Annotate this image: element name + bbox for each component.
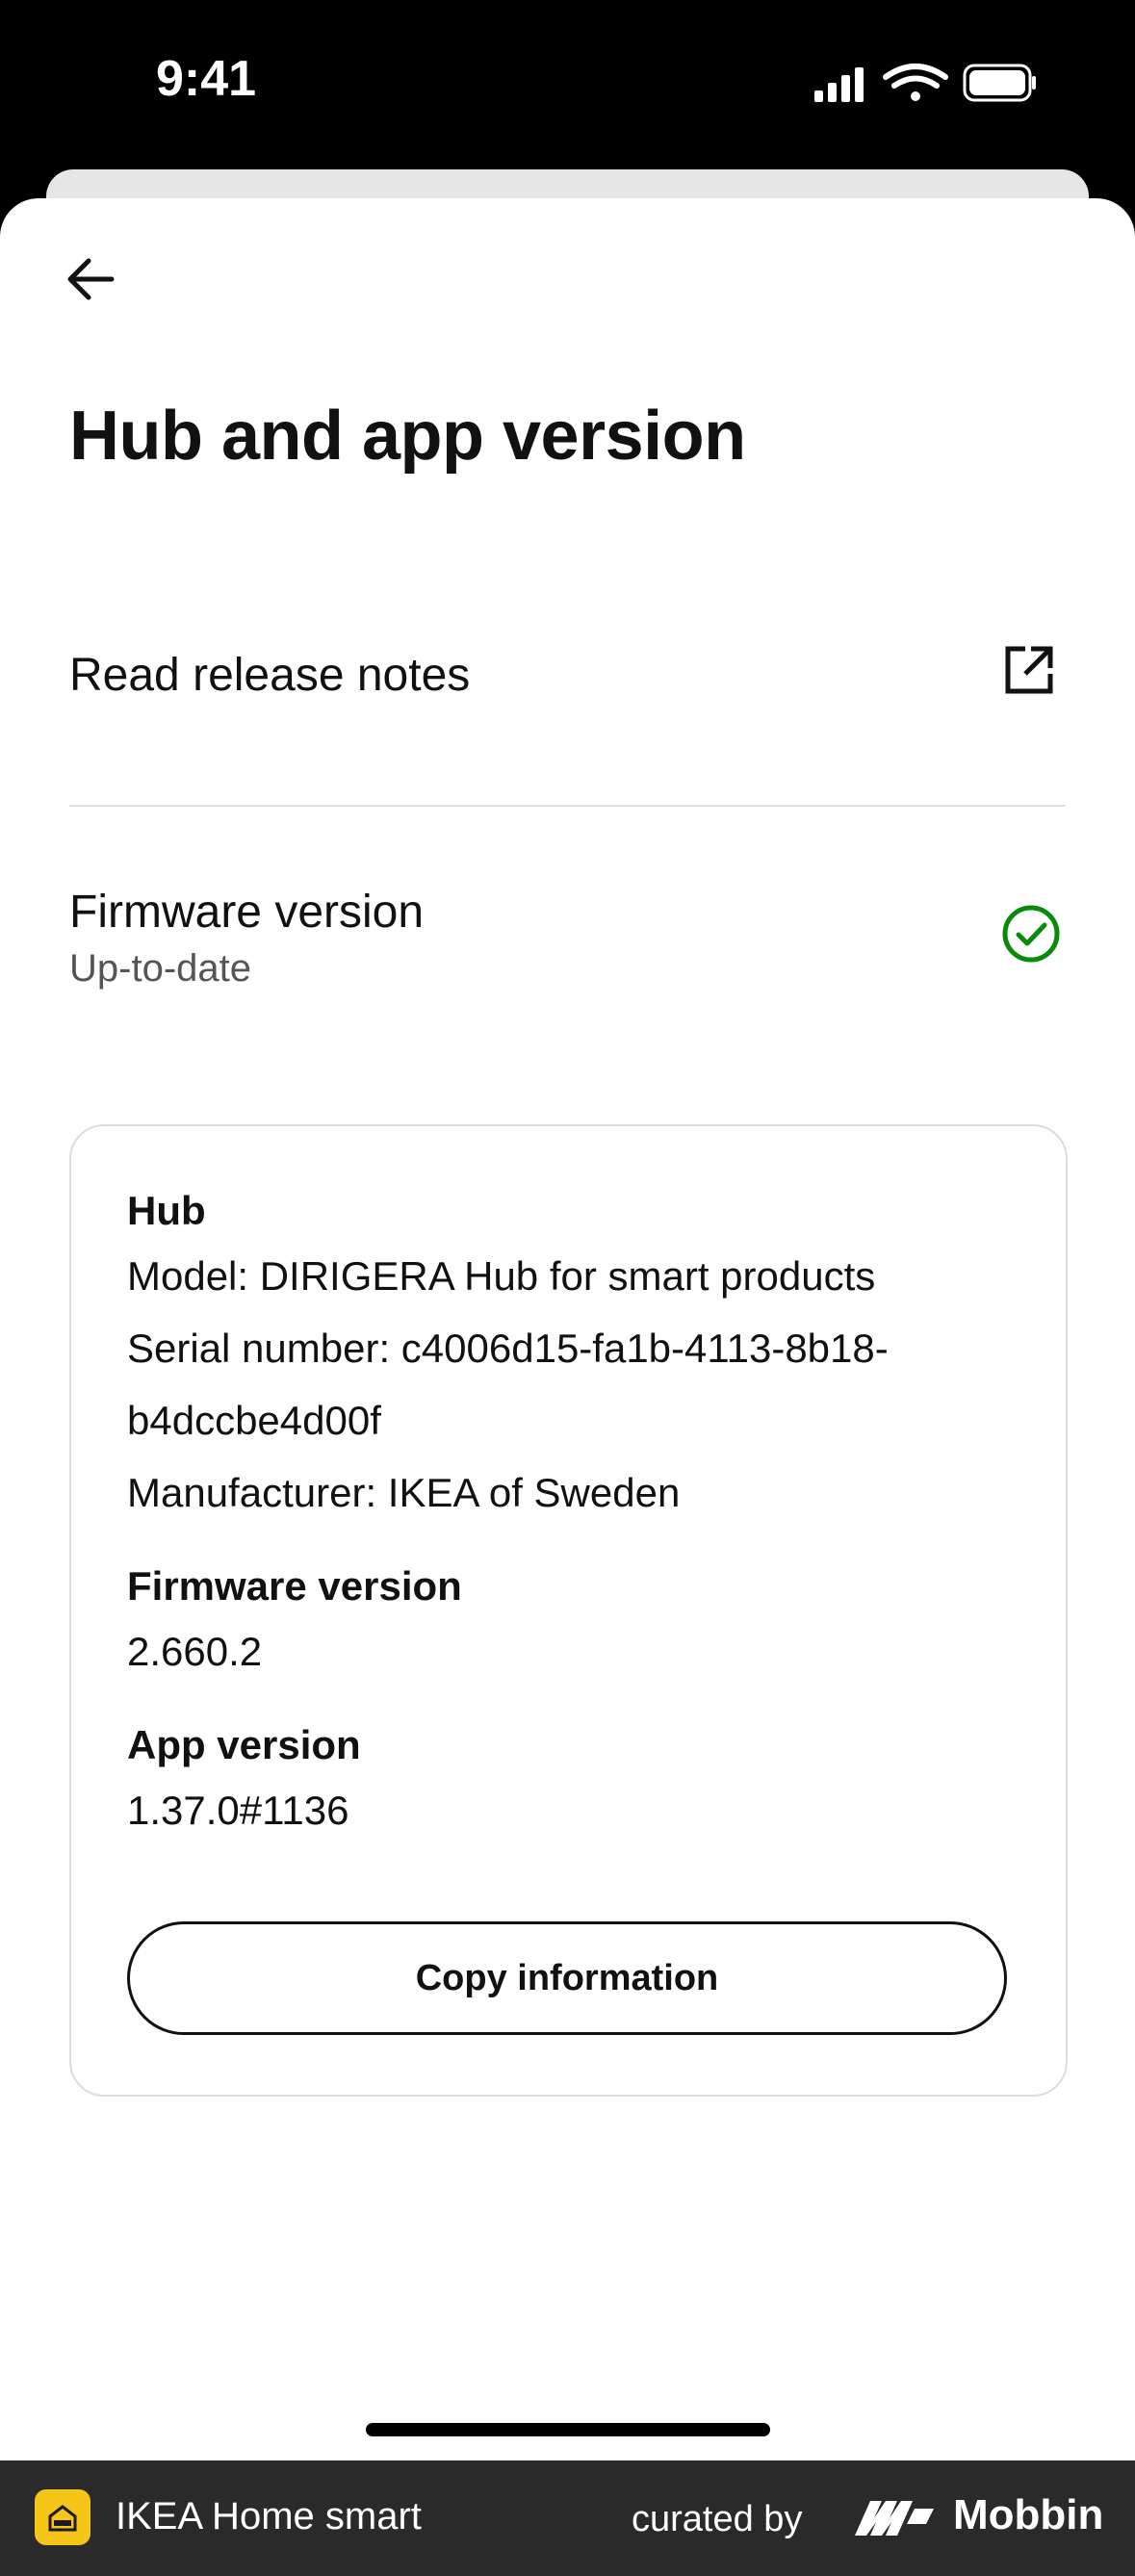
firmware-status-label: Firmware version	[69, 887, 425, 938]
hub-manufacturer: Manufacturer: IKEA of Sweden	[127, 1470, 681, 1515]
hub-model: Model: DIRIGERA Hub for smart products	[127, 1253, 876, 1299]
copy-information-button[interactable]: Copy information	[127, 1921, 1007, 2035]
footer-bar: IKEA Home smart curated by Mobbin	[0, 2460, 1135, 2576]
footer-app-name: IKEA Home smart	[116, 2495, 422, 2537]
signal-wifi-battery-icon	[814, 64, 1036, 102]
page-title: Hub and app version	[69, 398, 746, 475]
firmware-version-value: 2.660.2	[127, 1629, 263, 1674]
release-notes-row[interactable]: Read release notes	[69, 616, 1066, 735]
app-version-heading: App version	[127, 1722, 361, 1767]
info-card: Hub Model: DIRIGERA Hub for smart produc…	[69, 1124, 1068, 2097]
footer-brand: Mobbin	[953, 2491, 1104, 2538]
hub-serial-line-1: Serial number: c4006d15-fa1b-4113-8b18-	[127, 1326, 889, 1371]
app-version-value: 1.37.0#1136	[127, 1788, 349, 1833]
arrow-left-icon	[67, 258, 115, 300]
ikea-home-icon	[48, 2505, 77, 2532]
external-link-icon	[1005, 646, 1053, 694]
release-notes-label: Read release notes	[69, 650, 471, 701]
mobbin-logo-icon	[855, 2501, 934, 2536]
hub-serial-line-2: b4dccbe4d00f	[127, 1398, 381, 1443]
status-time: 9:41	[156, 51, 257, 107]
firmware-status-text: Up-to-date	[69, 947, 251, 990]
back-button[interactable]	[60, 248, 121, 310]
info-card-content: Hub Model: DIRIGERA Hub for smart produc…	[127, 1182, 1013, 1846]
check-circle-icon	[1002, 905, 1060, 963]
hub-heading: Hub	[127, 1188, 206, 1233]
divider	[69, 805, 1066, 807]
home-indicator	[366, 2423, 770, 2436]
status-icons	[809, 62, 1040, 111]
app-icon	[35, 2489, 90, 2545]
firmware-status-row: Firmware version Up-to-date	[69, 876, 1066, 1001]
status-bar: 9:41	[0, 0, 1135, 173]
footer-curated-by: curated by	[632, 2499, 803, 2539]
firmware-heading: Firmware version	[127, 1563, 462, 1609]
